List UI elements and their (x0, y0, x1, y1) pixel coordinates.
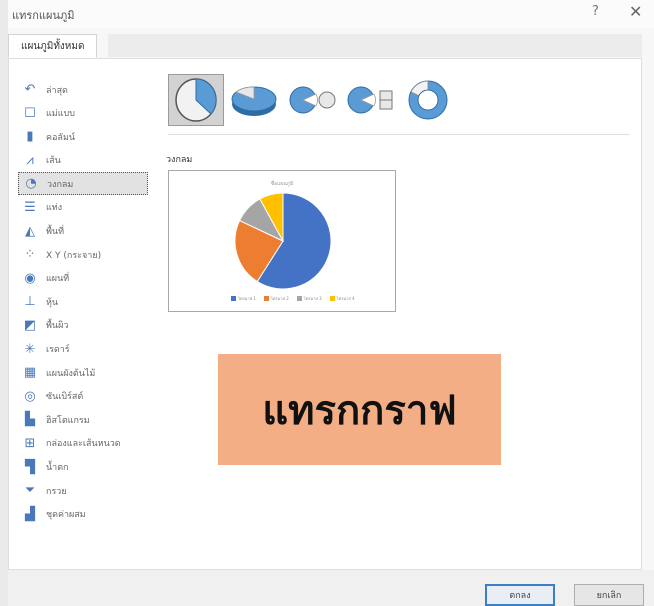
chart-type-panel: วงกลม ชื่อแผนภูมิ ไตรมาส 1 ไตรมาส 2 ไตรมาส… (158, 70, 632, 550)
doughnut-variant-icon (408, 80, 448, 120)
sidebar-item-label: ฮิสโตแกรม (46, 415, 90, 426)
sidebar-item[interactable]: ⏷ กรวย (18, 479, 148, 502)
scatter-chart-icon: ⁘ (24, 247, 36, 263)
sidebar-item[interactable]: ▦ แผนผังต้นไม้ (18, 361, 148, 384)
chart-variant-gallery (168, 74, 458, 126)
sidebar-item[interactable]: ◉ แผนที่ (18, 267, 148, 290)
tab-all-charts[interactable]: แผนภูมิทั้งหมด (8, 34, 98, 58)
doughnut-variant-button[interactable] (400, 74, 456, 126)
sidebar-item[interactable]: ▜ น้ำตก (18, 456, 148, 479)
sidebar-item-label: พื้นผิว (46, 321, 69, 332)
bar-of-pie-variant-button[interactable] (342, 74, 398, 126)
legend-label: ไตรมาส 4 (336, 296, 355, 301)
chart-preview[interactable]: ชื่อแผนภูมิ ไตรมาส 1 ไตรมาส 2 ไตรมาส 3 ไตรม… (168, 170, 396, 312)
funnel-chart-icon: ⏷ (24, 483, 36, 499)
sidebar-item[interactable]: ✳ เรดาร์ (18, 338, 148, 361)
sidebar-item-label: เส้น (46, 156, 61, 167)
sidebar-item[interactable]: ◎ ซันเบิร์สต์ (18, 385, 148, 408)
box-whisker-chart-icon: ⊞ (24, 435, 36, 451)
combo-chart-icon: ▟ (25, 506, 35, 522)
treemap-chart-icon: ▦ (23, 365, 37, 381)
sidebar-item-label: หุ้น (46, 297, 59, 308)
sidebar-item[interactable]: ⊥ หุ้น (18, 290, 148, 313)
gallery-divider (168, 134, 630, 135)
sidebar-item[interactable]: ⊞ กล่องและเส้นหนวด (18, 432, 148, 455)
variant-section-label: วงกลม (166, 155, 193, 165)
legend-entry: ไตรมาส 3 (296, 295, 322, 302)
sidebar-item-label: กล่องและเส้นหนวด (46, 439, 121, 450)
preview-pie-chart (234, 192, 332, 290)
legend-entry: ไตรมาส 4 (329, 295, 355, 302)
sidebar-item[interactable]: ⁘ X Y (กระจาย) (18, 243, 148, 266)
help-button[interactable]: ? (592, 4, 599, 19)
column-chart-icon: ▮ (26, 129, 34, 145)
sidebar-item[interactable]: ▟ ชุดค่าผสม (18, 503, 148, 526)
3d-pie-variant-icon (231, 86, 277, 116)
waterfall-chart-icon: ▜ (25, 459, 35, 475)
sidebar-item-label: ซันเบิร์สต์ (46, 392, 84, 403)
title-bar: แทรกแผนภูมิ ? ✕ (8, 0, 654, 28)
recent-icon: ↶ (24, 82, 36, 97)
3d-pie-variant-button[interactable] (226, 74, 282, 126)
pie-of-pie-variant-icon (289, 86, 336, 114)
pie-variant-button[interactable] (168, 74, 224, 126)
sidebar-item[interactable]: ↶ ล่าสุด (18, 78, 148, 101)
sidebar-item-label: X Y (กระจาย) (46, 250, 102, 261)
sidebar-item[interactable]: ☐ แม่แบบ (18, 102, 148, 125)
sidebar-item[interactable]: ⩘ เส้น (18, 149, 148, 172)
close-icon[interactable]: ✕ (629, 2, 642, 21)
sidebar-item[interactable]: ▙ ฮิสโตแกรม (18, 408, 148, 431)
map-chart-icon: ◉ (24, 270, 36, 286)
sidebar-item-label: น้ำตก (46, 463, 69, 473)
tab-strip-background (108, 34, 642, 57)
line-chart-icon: ⩘ (26, 152, 34, 168)
caption-overlay-text: แทรกกราฟ (262, 387, 457, 434)
chart-type-list: ↶ ล่าสุด ☐ แม่แบบ ▮ คอลัมน์ ⩘ เส้น ◔ วงกลม ☰ แท่ง ◭ พ… (18, 78, 148, 526)
cancel-button[interactable]: ยกเลิก (574, 584, 644, 606)
radar-chart-icon: ✳ (24, 341, 36, 357)
dialog-title: แทรกแผนภูมิ (12, 9, 75, 22)
area-chart-icon: ◭ (25, 223, 35, 239)
bar-chart-icon: ☰ (24, 199, 36, 215)
legend-swatch (296, 296, 302, 301)
sidebar-item-label: เรดาร์ (46, 345, 70, 356)
legend-swatch (329, 296, 335, 301)
legend-label: ไตรมาส 2 (270, 296, 289, 301)
tab-strip: แผนภูมิทั้งหมด (8, 34, 642, 59)
sidebar-item[interactable]: ◭ พื้นที่ (18, 220, 148, 243)
sidebar-item-label: กรวย (46, 486, 67, 497)
pie-of-pie-variant-button[interactable] (284, 74, 340, 126)
dialog-footer (8, 570, 654, 606)
legend-entry: ไตรมาส 2 (263, 295, 289, 302)
sidebar-item[interactable]: ▮ คอลัมน์ (18, 125, 148, 148)
bar-of-pie-variant-icon (347, 86, 393, 114)
sidebar-item[interactable]: ◩ พื้นผิว (18, 314, 148, 337)
sidebar-item-label: แผนที่ (46, 274, 70, 285)
preview-legend: ไตรมาส 1 ไตรมาส 2 ไตรมาส 3 ไตรมาส 4 (231, 295, 355, 302)
template-icon: ☐ (24, 105, 36, 121)
legend-swatch (231, 296, 236, 301)
sidebar-item-label: แท่ง (46, 203, 63, 214)
sidebar-item-label: แผนผังต้นไม้ (46, 368, 96, 379)
pie-chart-icon: ◔ (25, 176, 37, 192)
legend-label: ไตรมาส 1 (238, 296, 256, 301)
ok-button[interactable]: ตกลง (485, 584, 555, 606)
legend-entry: ไตรมาส 1 (231, 295, 256, 302)
stock-chart-icon: ⊥ (24, 294, 36, 310)
sidebar-item-label: แม่แบบ (46, 109, 75, 120)
sidebar-item[interactable]: ☰ แท่ง (18, 196, 148, 219)
surface-chart-icon: ◩ (23, 317, 37, 333)
sidebar-item-label: ล่าสุด (46, 85, 68, 96)
sidebar-item-label: วงกลม (47, 179, 74, 190)
sidebar-item[interactable]: ◔ วงกลม (18, 172, 148, 196)
sidebar-item-label: พื้นที่ (46, 227, 65, 238)
legend-swatch (263, 296, 269, 301)
sunburst-chart-icon: ◎ (24, 388, 36, 404)
pie-variant-icon (175, 78, 217, 122)
sidebar-item-label: ชุดค่าผสม (46, 510, 86, 521)
sidebar-item-label: คอลัมน์ (46, 132, 76, 143)
legend-label: ไตรมาส 3 (303, 296, 322, 301)
histogram-chart-icon: ▙ (25, 412, 35, 428)
caption-overlay: แทรกกราฟ (218, 354, 501, 465)
